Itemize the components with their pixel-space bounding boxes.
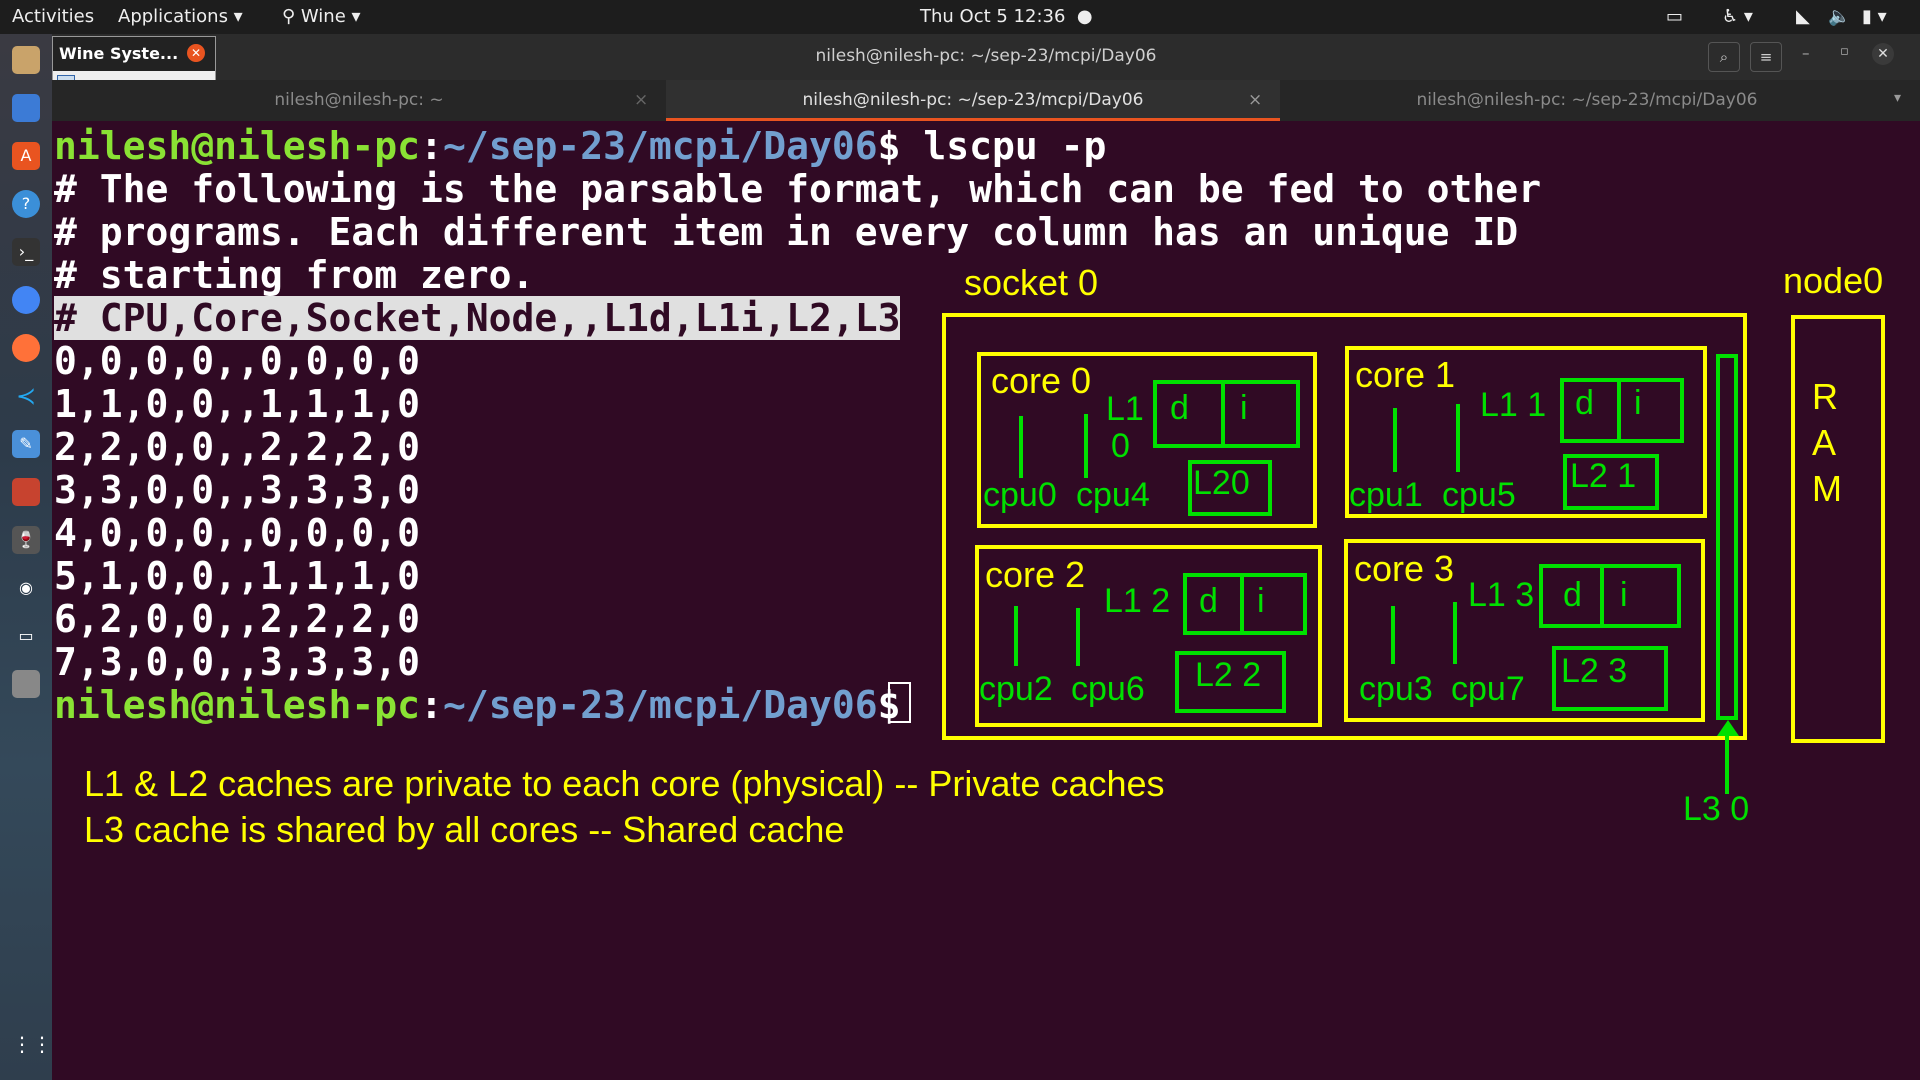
display-icon[interactable]: ▭ [1666,6,1683,27]
top-bar: Activities Applications ▾ ⚲ Wine ▾ Thu O… [0,0,1920,34]
selected-header-text: # CPU,Core,Socket,Node,,L1d,L1i,L2,L3 [54,296,901,340]
window-titlebar: nilesh@nilesh-pc: ~/sep-23/mcpi/Day06 ⌕ … [52,34,1920,80]
l2-label: L2 3 [1561,652,1628,690]
cpu-row: 4,0,0,0,,0,0,0,0 [54,511,421,555]
prompt-line-2: nilesh@nilesh-pc:~/sep-23/mcpi/Day06$ [54,683,901,727]
cpu-label: cpu1 [1349,476,1423,514]
terminal-cursor [888,682,911,723]
text-editor-icon[interactable]: ✎ [12,430,40,458]
wine-popup-close-icon[interactable]: ✕ [187,44,205,62]
cpu-label: cpu7 [1451,670,1525,708]
core-label: core 2 [985,554,1086,595]
app-icon[interactable] [12,478,40,506]
node-box [1791,315,1885,743]
chrome-icon[interactable] [12,286,40,314]
arrow-up-icon [1717,720,1739,736]
cpu-row: 0,0,0,0,,0,0,0,0 [54,339,421,383]
comment-line: # The following is the parsable format, … [54,167,1542,211]
tab-close-icon[interactable]: × [634,80,648,121]
ram-letter: M [1812,468,1842,509]
cpu-row: 5,1,0,0,,1,1,1,0 [54,554,421,598]
l2-label: L2 2 [1195,656,1262,694]
cpu-label: cpu0 [983,476,1057,514]
window-title: nilesh@nilesh-pc: ~/sep-23/mcpi/Day06 [815,46,1157,66]
activities-button[interactable]: Activities [12,6,94,27]
comment-line: # starting from zero. [54,253,535,297]
maximize-button[interactable]: ▫ [1840,44,1849,59]
l1-cache-box [1539,564,1681,628]
monitor-icon[interactable]: ▭ [12,622,40,650]
search-icon[interactable]: ⌕ [1708,42,1740,72]
tab-bar: nilesh@nilesh-pc: ~ × nilesh@nilesh-pc: … [52,80,1920,121]
screenshot-icon[interactable]: ◉ [12,574,40,602]
tab-home[interactable]: nilesh@nilesh-pc: ~ × [52,80,666,121]
l1d-label: d [1199,582,1218,620]
l2-label: L20 [1193,464,1250,502]
cpu-row: 1,1,0,0,,1,1,1,0 [54,382,421,426]
l1i-label: i [1257,582,1265,620]
clock[interactable]: Thu Oct 5 12:36 ● [920,6,1093,27]
disk-icon[interactable] [12,670,40,698]
cpu-label: cpu6 [1071,670,1145,708]
firefox-icon[interactable] [12,334,40,362]
l1d-label: d [1575,384,1594,422]
close-button[interactable]: ✕ [1872,43,1894,65]
header-line: # CPU,Core,Socket,Node,,L1d,L1i,L2,L3 [54,296,901,340]
wifi-icon[interactable]: ◣ [1796,6,1810,27]
cpu-row: 2,2,0,0,,2,2,2,0 [54,425,421,469]
software-icon[interactable]: A [12,142,40,170]
ram-letter: R [1812,376,1838,417]
socket-label: socket 0 [964,262,1099,303]
tabs-overflow-icon[interactable]: ▾ [1894,90,1901,106]
battery-icon[interactable]: ▮ ▾ [1862,6,1887,27]
cpu-label: cpu3 [1359,670,1433,708]
cpu-label: cpu5 [1442,476,1516,514]
node-label: node0 [1783,260,1884,301]
tab-day06-active[interactable]: nilesh@nilesh-pc: ~/sep-23/mcpi/Day06 × [666,80,1280,121]
volume-icon[interactable]: 🔈 [1828,6,1850,27]
l3-label: L3 0 [1683,790,1750,828]
l1i-label: i [1634,384,1642,422]
l1-label: L1 1 [1480,386,1547,424]
show-apps-icon[interactable]: ⋮⋮ [12,1030,52,1058]
cpu-label: cpu2 [979,670,1053,708]
note-shared-cache: L3 cache is shared by all cores -- Share… [84,809,845,850]
cpu-label: cpu4 [1076,476,1150,514]
ram-letter: A [1812,422,1837,463]
l1-label: L1 3 [1468,576,1535,614]
terminal-icon[interactable]: ›_ [12,238,40,266]
prompt-line-1: nilesh@nilesh-pc:~/sep-23/mcpi/Day06$ ls… [54,124,1107,168]
tab-day06[interactable]: nilesh@nilesh-pc: ~/sep-23/mcpi/Day06 [1280,80,1894,121]
comment-line: # programs. Each different item in every… [54,210,1519,254]
core-label: core 3 [1354,548,1455,589]
dock: A ? ›_ ≺ ✎ 🍷 ◉ ▭ ⋮⋮ [0,34,52,1080]
minimize-button[interactable]: – [1802,44,1810,62]
core-label: core 1 [1355,354,1456,395]
l1-label: L1 [1106,390,1144,428]
help-icon[interactable]: ? [12,190,40,218]
l2-label: L2 1 [1570,457,1637,495]
note-private-caches: L1 & L2 caches are private to each core … [84,763,1165,804]
accessibility-icon[interactable]: ♿ ▾ [1722,6,1753,27]
files-icon[interactable] [12,46,40,74]
wine-menu[interactable]: ⚲ Wine ▾ [282,6,361,27]
cpu-row: 3,3,0,0,,3,3,3,0 [54,468,421,512]
l1d-label: d [1563,576,1582,614]
l1i-label: i [1620,576,1628,614]
menu-icon[interactable]: ≡ [1750,42,1782,72]
cpu-row: 6,2,0,0,,2,2,2,0 [54,597,421,641]
l1d-label: d [1170,389,1189,427]
command-text: lscpu -p [900,124,1107,168]
l3-cache-box [1716,354,1738,720]
wine-icon[interactable]: 🍷 [12,526,40,554]
vscode-icon[interactable]: ≺ [12,382,40,410]
writer-icon[interactable] [12,94,40,122]
core-label: core 0 [991,360,1092,401]
l1-label: 0 [1111,427,1130,465]
l1i-label: i [1240,389,1248,427]
l1-label: L1 2 [1104,582,1171,620]
tab-close-icon[interactable]: × [1248,80,1262,121]
applications-menu[interactable]: Applications ▾ [118,6,243,27]
cpu-row: 7,3,0,0,,3,3,3,0 [54,640,421,684]
